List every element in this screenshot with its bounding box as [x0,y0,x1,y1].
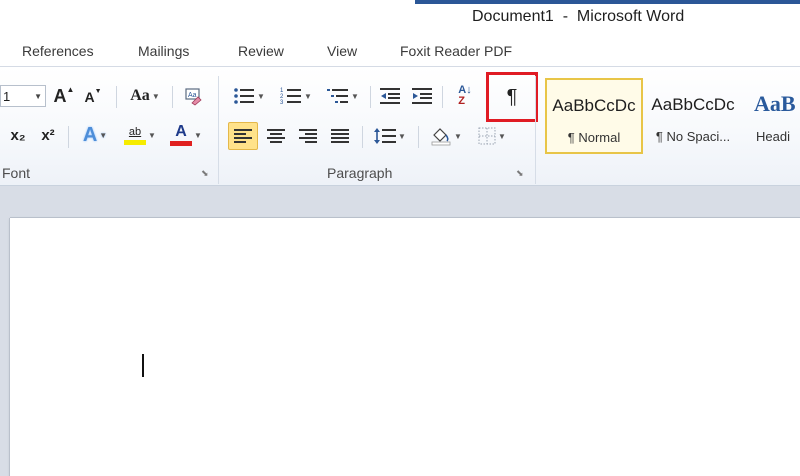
text-cursor [142,354,144,377]
group-separator [218,76,219,184]
font-size-box[interactable]: 1 ▼ [0,85,46,107]
style-name: Headi [756,129,790,144]
align-right-icon [299,129,317,143]
highlighter-icon: ab [128,125,142,138]
document-page[interactable] [10,218,800,476]
justify-button[interactable] [326,122,354,150]
chevron-down-icon: ▼ [151,91,160,101]
increase-indent-icon [412,88,432,104]
tab-mailings[interactable]: Mailings [138,43,189,59]
bullets-button[interactable]: ▼ [228,84,270,108]
svg-text:3: 3 [280,100,284,105]
chevron-down-icon: ▼ [454,131,462,141]
divider [442,86,443,108]
style-preview: AaBbCcDc [651,95,735,114]
title-accent-bar [415,0,800,4]
divider [362,126,363,148]
divider [172,86,173,108]
highlight-frame [486,72,538,122]
line-spacing-icon [374,128,397,144]
highlight-color-swatch [124,139,147,145]
sort-button[interactable]: A↓ Z [450,82,480,110]
grow-font-button[interactable]: A ▲ [52,84,76,108]
multilevel-list-icon [327,89,349,103]
decrease-indent-button[interactable] [376,84,404,108]
borders-button[interactable]: ▼ [472,122,512,150]
paragraph-dialog-launcher-icon[interactable]: ⬊ [516,169,525,178]
shrink-font-button[interactable]: A ▼ [82,86,104,108]
window-title: Document1 - Microsoft Word [472,8,685,25]
align-left-icon [234,129,252,143]
style-name: ¶ No Spaci... [655,129,731,144]
chevron-down-icon: ▼ [351,91,359,101]
chevron-down-icon: ▼ [498,131,506,141]
chevron-down-icon: ▼ [257,91,265,101]
superscript-button[interactable]: x² [36,124,60,146]
font-color-swatch [170,141,193,146]
tab-review[interactable]: Review [238,43,284,59]
chevron-down-icon: ▼ [398,131,406,141]
divider [68,126,69,148]
caret-down-icon: ▼ [94,87,102,95]
justify-icon [331,129,349,143]
font-color-icon: A [175,123,187,140]
change-case-button[interactable]: Aa ▼ [126,84,164,108]
clear-formatting-button[interactable]: Aa [180,84,206,108]
clear-formatting-icon: Aa [185,88,202,106]
font-group-label: Font [2,165,31,181]
style-preview: AaB [754,91,796,116]
sort-icon: A↓ Z [458,84,472,107]
subscript-button[interactable]: x₂ [6,124,30,146]
increase-indent-button[interactable] [408,84,436,108]
text-highlight-button[interactable]: ab ▼ [120,122,160,148]
align-center-icon [267,129,285,143]
divider [116,86,117,108]
bullets-icon [234,88,255,104]
shading-button[interactable]: ▼ [426,122,466,150]
chevron-down-icon: ▼ [99,130,108,140]
style-name: ¶ Normal [567,130,621,145]
divider [370,86,371,108]
style-preview: AaBbCcDc [552,96,636,115]
font-dialog-launcher-icon[interactable]: ⬊ [201,169,210,178]
multilevel-list-button[interactable]: ▼ [322,84,364,108]
numbering-button[interactable]: 1 2 3 ▼ [274,84,318,108]
style-heading[interactable]: AaB Headi [743,78,800,154]
paint-bucket-icon [431,128,451,146]
align-left-button[interactable] [228,122,258,150]
tab-view[interactable]: View [327,43,357,59]
chevron-down-icon: ▼ [34,91,42,101]
decrease-indent-icon [380,88,400,104]
chevron-down-icon: ▼ [148,130,156,140]
ribbon-tabs: References Mailings Review View Foxit Re… [0,38,800,66]
paragraph-group-label: Paragraph [327,165,393,181]
style-no-spacing[interactable]: AaBbCcDc ¶ No Spaci... [645,78,741,154]
tab-foxit-reader-pdf[interactable]: Foxit Reader PDF [400,43,512,59]
borders-icon [478,127,496,145]
font-color-button[interactable]: A ▼ [166,122,206,148]
tab-references[interactable]: References [22,43,94,59]
style-normal[interactable]: AaBbCcDc ¶ Normal [545,78,643,154]
chevron-down-icon: ▼ [304,91,312,101]
text-effects-button[interactable]: A ▼ [76,122,114,148]
align-right-button[interactable] [294,122,322,150]
group-separator [535,76,536,184]
numbering-icon: 1 2 3 [280,88,302,105]
svg-text:Aa: Aa [188,92,197,99]
line-spacing-button[interactable]: ▼ [370,122,410,150]
align-center-button[interactable] [262,122,290,150]
divider [418,126,419,148]
chevron-down-icon: ▼ [194,130,202,140]
font-size-value: 1 [3,88,11,104]
caret-up-icon: ▲ [66,84,75,94]
